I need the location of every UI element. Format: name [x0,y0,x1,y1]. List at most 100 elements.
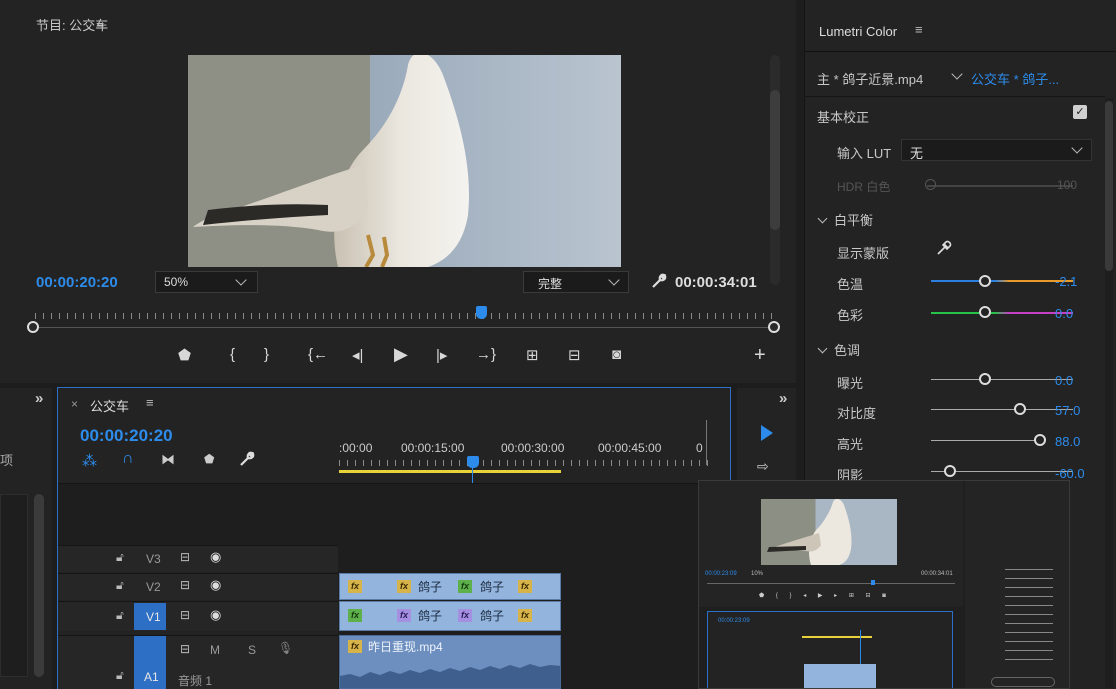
mark-in-icon[interactable]: { [230,346,235,363]
eye-icon[interactable]: ◉ [210,607,221,623]
expand-tools-button[interactable]: » [779,390,787,407]
exposure-slider[interactable] [931,379,1073,380]
lock-icon[interactable]: 🔓︎ [116,550,124,565]
show-mask-label: 显示蒙版 [837,246,890,261]
mute-button[interactable]: M [210,643,220,657]
clip-v2-1[interactable]: fx fx 鸽子 fx 鸽子 fx [339,573,561,600]
zoom-select[interactable]: 50% [155,271,258,293]
highlights-slider[interactable] [931,440,1041,441]
microphone-icon[interactable]: 🎙︎ [278,641,293,655]
fx-badge-icon: fx [348,609,362,622]
linked-selection-icon[interactable]: ⧓ [161,451,175,468]
source-clip-label[interactable]: 主 * 鸽子近景.mp4 [817,69,923,88]
playhead-marker[interactable] [476,306,487,319]
clip-v1-1[interactable]: fx fx 鸽子 fx 鸽子 fx [339,601,561,631]
contrast-knob[interactable] [1014,403,1026,415]
hamburger-icon[interactable]: ≡ [915,22,923,37]
monitor-scrollbar[interactable] [770,55,780,285]
lumetri-title[interactable]: Lumetri Color [819,24,897,39]
nest-toggle-icon[interactable]: ⁂ [82,452,97,470]
film-icon[interactable]: ⊟ [180,578,190,592]
timeline-scroll-knob[interactable] [706,420,707,465]
white-balance-section[interactable]: 白平衡 [817,210,873,229]
input-lut-select[interactable]: 无 [901,139,1092,161]
project-scrollbar[interactable] [34,494,44,677]
timeline-ruler[interactable] [339,460,709,466]
chevron-down-icon [817,213,828,224]
timeline-tab-title[interactable]: 公交车 [90,396,129,415]
timeline-playhead-handle[interactable] [467,456,479,468]
film-icon[interactable]: ⊟ [180,608,190,622]
expand-panels-button[interactable]: » [35,390,43,407]
lock-icon[interactable]: 🔓︎ [116,668,124,683]
current-timecode[interactable]: 00:00:20:20 [36,274,118,291]
tint-knob[interactable] [979,306,991,318]
shadows-knob[interactable] [944,465,956,477]
film-icon[interactable]: ⊟ [180,642,190,656]
eyedropper-icon[interactable] [935,239,953,260]
chevron-down-icon[interactable] [951,68,963,80]
wrench-icon[interactable] [238,450,256,471]
timeline-timecode[interactable]: 00:00:20:20 [80,426,173,446]
plus-icon[interactable]: + [754,344,766,367]
hamburger-icon[interactable]: ≡ [96,15,104,31]
temperature-slider[interactable] [931,280,1073,282]
lift-icon[interactable]: ⊞ [526,346,539,364]
sequence-clip-label[interactable]: 公交车 * 鸽子... [971,69,1059,88]
eye-icon[interactable]: ◉ [210,577,221,593]
tone-section[interactable]: 色调 [817,340,860,359]
solo-button[interactable]: S [248,643,256,657]
close-icon[interactable]: × [71,397,78,411]
track-select-tool-icon[interactable]: ⇨ [757,458,769,475]
work-area-bar[interactable] [339,470,561,473]
add-marker-icon[interactable]: ⬟ [178,346,191,364]
temperature-value[interactable]: -2.1 [1055,274,1077,289]
snap-icon[interactable]: ∩ [122,450,134,468]
exposure-knob[interactable] [979,373,991,385]
temperature-knob[interactable] [979,275,991,287]
eye-icon[interactable]: ◉ [210,549,221,565]
quality-select[interactable]: 完整 [523,271,629,293]
lock-icon[interactable]: 🔓︎ [116,578,124,593]
clip-a1-1[interactable]: fx 昨日重现.mp4 [339,635,561,689]
thumb-lumetri-buttons [991,677,1055,687]
play-icon[interactable]: ▶ [394,344,408,365]
section-basic-correction[interactable]: 基本校正 [817,107,869,126]
go-to-in-icon[interactable]: {← [308,346,328,363]
shadows-value[interactable]: -60.0 [1055,466,1085,481]
scrub-start-handle[interactable] [27,321,39,333]
exposure-value[interactable]: 0.0 [1055,373,1073,388]
timeline-empty-area [58,483,730,545]
wrench-icon[interactable] [650,272,668,293]
highlights-value[interactable]: 88.0 [1055,434,1080,449]
fx-badge-icon: fx [348,580,362,593]
tint-value[interactable]: 0.0 [1055,306,1073,321]
ruler-label-45: 00:00:45:00 [598,441,662,455]
lock-icon[interactable]: 🔓︎ [116,608,124,623]
contrast-value[interactable]: 57.0 [1055,403,1080,418]
camera-icon[interactable]: ◙ [612,346,621,363]
scrub-ruler[interactable] [35,313,775,319]
track-v3-header: 🔓︎ V3 ⊟ ◉ [58,545,338,572]
tint-slider[interactable] [931,312,1073,314]
chevron-down-icon [608,274,620,286]
lumetri-scrollbar[interactable] [1105,98,1113,688]
add-marker-icon[interactable]: ⬟ [204,452,214,466]
contrast-label: 对比度 [837,406,877,421]
mark-out-icon[interactable]: } [264,346,269,363]
go-to-out-icon[interactable]: →} [476,346,496,363]
film-icon[interactable]: ⊟ [180,550,190,564]
step-back-icon[interactable]: ◂| [352,346,363,364]
step-forward-icon[interactable]: |▸ [436,346,447,364]
contrast-slider[interactable] [931,409,1073,410]
basic-correction-checkbox[interactable]: ✓ [1073,105,1087,119]
scrub-end-handle[interactable] [768,321,780,333]
extract-icon[interactable]: ⊟ [568,346,581,364]
highlights-knob[interactable] [1034,434,1046,446]
project-list-area [0,494,28,677]
track-v3-label: V3 [146,552,161,566]
track-a1-header: 🔓︎ A1 ⊟ M S 🎙︎ 音频 1 [58,635,338,689]
hamburger-icon[interactable]: ≡ [146,395,154,410]
selection-tool-icon[interactable] [759,424,775,445]
fx-badge-icon: fx [458,609,472,622]
